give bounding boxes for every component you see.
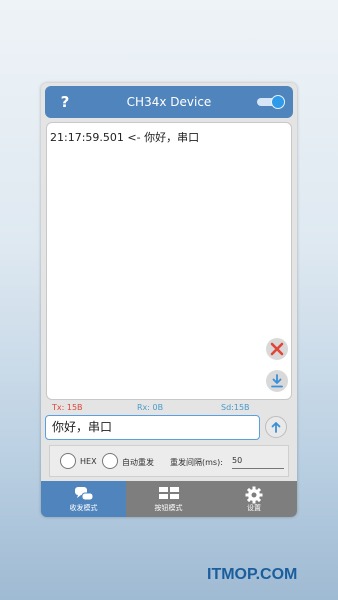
interval-input[interactable]: 50 [232, 453, 284, 469]
hex-radio[interactable] [60, 453, 76, 469]
tab-settings[interactable]: 设置 [211, 481, 297, 517]
clear-log-button[interactable] [266, 338, 288, 360]
auto-resend-label: 自动重发 [122, 458, 154, 467]
top-bar: ? CH34x Device [45, 86, 293, 118]
send-button[interactable] [265, 416, 287, 438]
tab-label: 收发模式 [69, 504, 98, 512]
tx-counter: Tx: 15B [52, 403, 83, 412]
toggle-thumb [271, 95, 285, 109]
close-icon [270, 342, 284, 356]
connection-toggle[interactable] [257, 95, 285, 109]
sd-counter: Sd:15B [221, 403, 250, 412]
save-log-button[interactable] [266, 370, 288, 392]
arrow-up-icon [271, 422, 281, 433]
site-watermark: ITMOP.COM [207, 566, 298, 583]
gear-icon [245, 486, 263, 504]
hex-label: HEX [80, 457, 97, 466]
send-input[interactable]: 你好，串口 [45, 415, 260, 440]
bottom-nav: 收发模式 按钮模式 设置 [41, 481, 297, 517]
receive-log-area[interactable]: 21:17:59.501 <- 你好，串口 [46, 122, 292, 400]
download-icon [271, 374, 283, 388]
interval-label: 重发间隔(ms): [170, 458, 223, 467]
device-title: CH34x Device [126, 95, 212, 109]
tab-send-receive-mode[interactable]: 收发模式 [41, 481, 126, 517]
rx-counter: Rx: 0B [137, 403, 164, 412]
app-window: ? CH34x Device 21:17:59.501 <- 你好，串口 Tx:… [41, 83, 297, 517]
send-options: HEX 自动重发 重发间隔(ms): 50 [49, 445, 289, 477]
grid-icon [158, 487, 179, 499]
tab-button-mode[interactable]: 按钮模式 [126, 481, 211, 517]
help-button[interactable]: ? [55, 90, 75, 114]
auto-resend-radio[interactable] [102, 453, 118, 469]
byte-counters: Tx: 15B Rx: 0B Sd:15B [41, 403, 297, 415]
tab-label: 按钮模式 [154, 504, 183, 512]
log-line: 21:17:59.501 <- 你好，串口 [50, 131, 200, 144]
tab-label: 设置 [247, 504, 261, 512]
chat-icon [74, 487, 93, 501]
